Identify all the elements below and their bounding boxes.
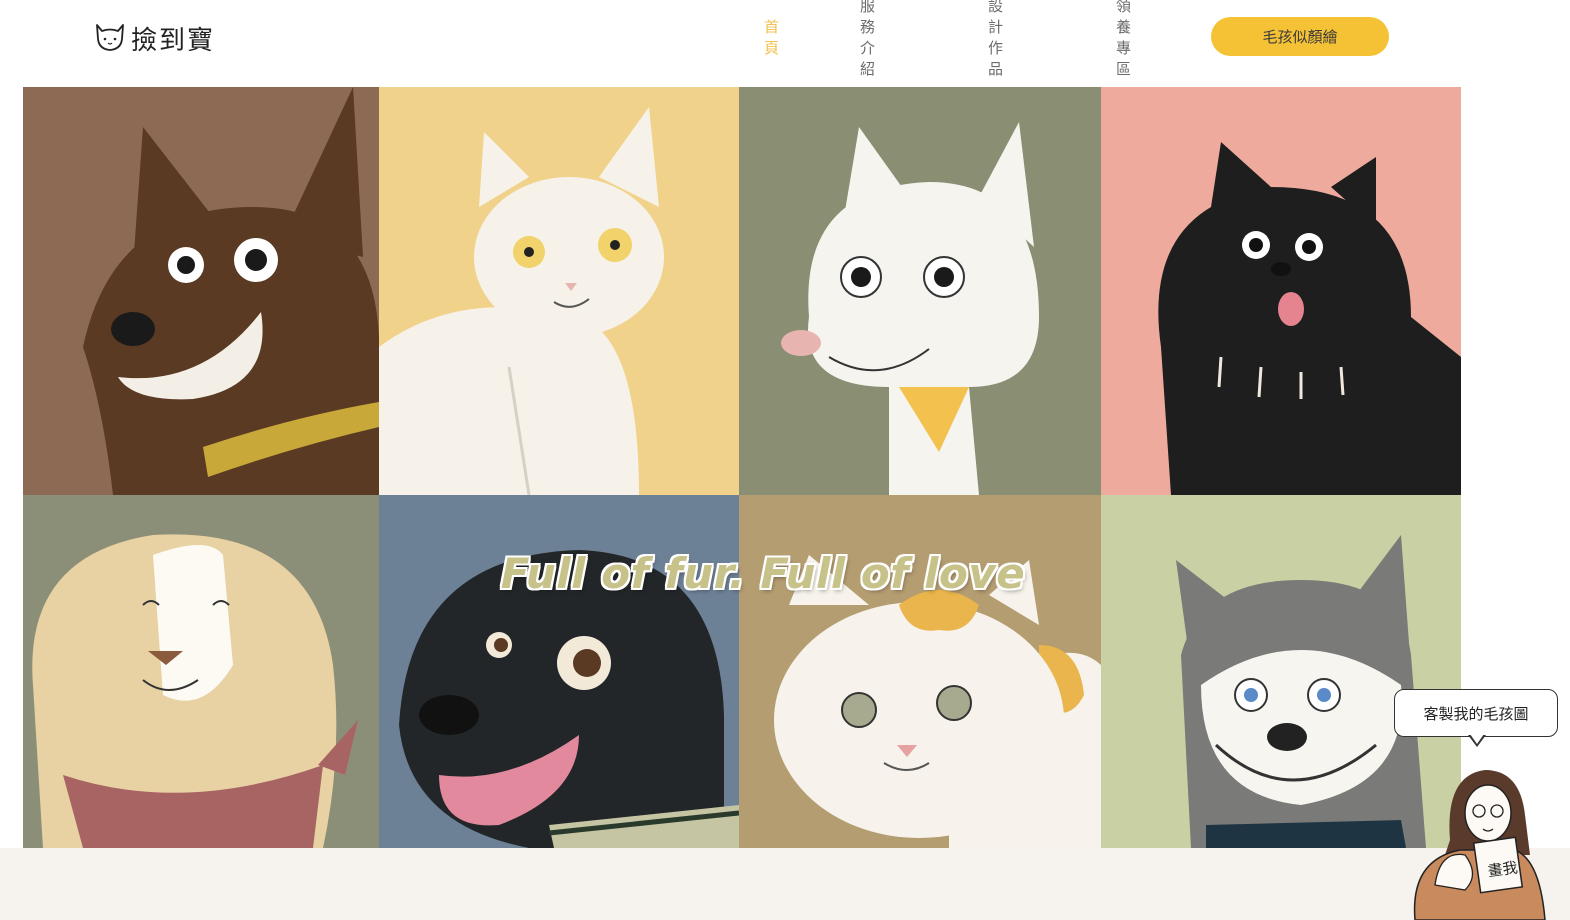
site-logo[interactable]: 撿到寶 xyxy=(93,16,215,60)
pet-portrait-button[interactable]: 毛孩似顏繪 xyxy=(1211,17,1389,56)
page-background-band xyxy=(0,848,1570,920)
pet-illustration-black-dog xyxy=(1101,87,1461,495)
cat-face-icon xyxy=(93,19,127,57)
hero-banner: Full of fur. Full of love xyxy=(23,87,1461,848)
pet-illustration-brown-dog xyxy=(23,87,379,495)
pet-illustration-calico-cat xyxy=(739,495,1101,848)
hero-tagline: Full of fur. Full of love xyxy=(500,549,1026,598)
nav-services[interactable]: 服務介紹 xyxy=(860,0,875,79)
site-header: 撿到寶 首頁 服務介紹 設計作品 領養專區 毛孩似顏繪 xyxy=(0,0,1570,86)
logo-text: 撿到寶 xyxy=(131,25,216,56)
bubble-tail-inner xyxy=(1470,734,1484,744)
pet-illustration-golden-dog xyxy=(23,495,379,848)
custom-portrait-bubble[interactable]: 客製我的毛孩圖 xyxy=(1394,689,1558,737)
artist-avatar[interactable]: 畫我 xyxy=(1405,765,1550,920)
nav-adoption[interactable]: 領養專區 xyxy=(1116,0,1131,79)
pet-illustration-white-cat xyxy=(379,87,739,495)
pet-illustration-black-labrador xyxy=(379,495,739,848)
nav-home[interactable]: 首頁 xyxy=(764,16,779,58)
pet-illustration-white-dog xyxy=(739,87,1101,495)
nav-portfolio[interactable]: 設計作品 xyxy=(988,0,1003,79)
